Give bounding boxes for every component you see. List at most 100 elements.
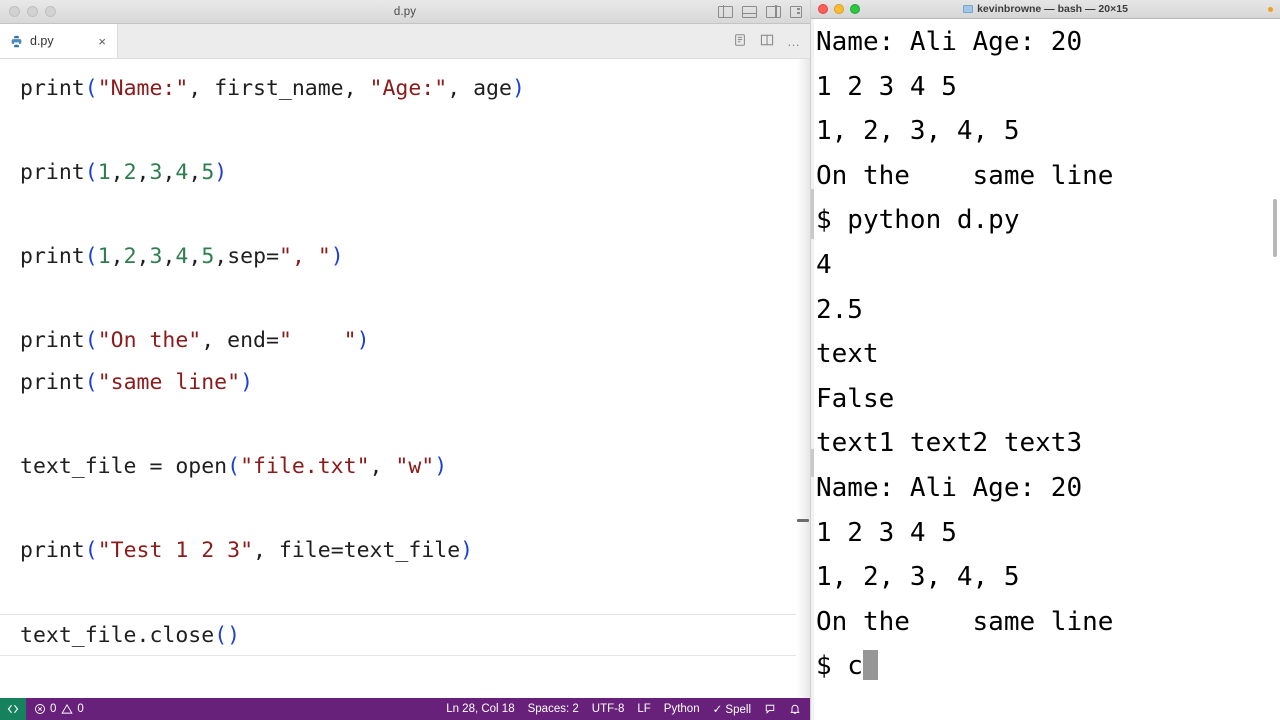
status-errors[interactable]: 0 (34, 703, 56, 715)
code-token: " " (278, 328, 357, 353)
code-line[interactable]: print("same line") (20, 362, 810, 404)
open-preview-icon[interactable] (733, 33, 747, 49)
toggle-primary-sidebar-icon[interactable] (718, 5, 733, 18)
code-line[interactable]: print(1,2,3,4,5) (20, 152, 810, 194)
code-content[interactable]: print("Name:", first_name, "Age:", age) … (0, 59, 810, 698)
folder-icon (963, 5, 974, 13)
code-token: , (136, 160, 150, 185)
status-cursor-position[interactable]: Ln 28, Col 18 (446, 703, 514, 715)
code-token: = (330, 538, 344, 563)
code-line[interactable] (20, 572, 810, 614)
code-line[interactable]: print("Test 1 2 3", file=text_file) (20, 530, 810, 572)
code-token: . (136, 623, 150, 648)
code-line[interactable] (20, 110, 810, 152)
feedback-icon[interactable] (764, 703, 776, 715)
code-token: ( (84, 538, 98, 563)
code-editor[interactable]: print("Name:", first_name, "Age:", age) … (0, 59, 810, 698)
remote-indicator[interactable] (0, 698, 26, 720)
status-warnings[interactable]: 0 (61, 703, 84, 715)
code-token: "same line" (97, 370, 241, 395)
error-circle-icon (35, 704, 45, 714)
code-token: ) (240, 370, 254, 395)
code-token: ( (84, 76, 98, 101)
terminal-left-scrollbar-thumb[interactable] (811, 189, 814, 239)
editor-tab-actions[interactable]: … (733, 24, 800, 58)
code-token: 4 (175, 160, 189, 185)
toggle-panel-icon[interactable] (741, 5, 758, 18)
code-token: ( (84, 328, 98, 353)
status-indentation[interactable]: Spaces: 2 (528, 703, 579, 715)
status-language-mode[interactable]: Python (664, 703, 700, 715)
code-line[interactable] (20, 278, 810, 320)
code-token: "file.txt" (240, 454, 370, 479)
code-line[interactable]: print("On the", end=" ") (20, 320, 810, 362)
terminal-body[interactable]: Name: Ali Age: 20 1 2 3 4 5 1, 2, 3, 4, 5 O… (811, 19, 1280, 720)
screen: d.py d.py × … print("Name:", first_name,… (0, 0, 1280, 720)
code-token: ( (214, 623, 228, 648)
code-token: , (162, 160, 176, 185)
code-token: "Test 1 2 3" (97, 538, 254, 563)
status-spell-checker[interactable]: ✓ Spell (713, 702, 751, 716)
terminal-status-dot (1268, 6, 1273, 12)
code-line[interactable]: text_file = open("file.txt", "w") (20, 446, 810, 488)
code-line[interactable]: text_file.close() (0, 614, 810, 656)
status-eol[interactable]: LF (637, 703, 650, 715)
code-token: ( (84, 244, 98, 269)
terminal-scrollbar-thumb[interactable] (1273, 199, 1277, 257)
editor-overview-ruler[interactable] (796, 59, 810, 698)
more-actions-icon[interactable]: … (787, 35, 800, 48)
status-warnings-count: 0 (77, 703, 84, 715)
code-line[interactable]: print(1,2,3,4,5,sep=", ") (20, 236, 810, 278)
code-token: text_file (20, 454, 137, 479)
code-token: text_file (20, 623, 137, 648)
terminal-prompt-line[interactable]: $ c (816, 644, 1280, 689)
vscode-layout-controls[interactable] (718, 5, 802, 18)
terminal-title-bar: kevinbrowne — bash — 20×15 (811, 0, 1280, 19)
code-token: ) (460, 538, 474, 563)
terminal-line: 2.5 (816, 294, 863, 325)
vscode-window: d.py d.py × … print("Name:", first_name,… (0, 0, 810, 720)
status-encoding[interactable]: UTF-8 (592, 703, 625, 715)
code-token: ) (214, 160, 228, 185)
code-token: 3 (149, 160, 163, 185)
code-token: open (175, 454, 228, 479)
code-token: , (188, 76, 215, 101)
editor-tab-d-py[interactable]: d.py × (0, 24, 118, 58)
python-file-icon (10, 35, 23, 48)
code-token: ) (330, 244, 344, 269)
code-token: ) (511, 76, 525, 101)
terminal-line: 1, 2, 3, 4, 5 (816, 562, 1020, 593)
code-token: "On the" (97, 328, 202, 353)
code-token: print (20, 538, 85, 563)
code-token: = (266, 244, 280, 269)
code-token: 5 (201, 160, 215, 185)
code-token: , (369, 454, 396, 479)
code-line[interactable] (20, 404, 810, 446)
terminal-window: kevinbrowne — bash — 20×15 Name: Ali Age… (810, 0, 1280, 720)
code-line[interactable]: print("Name:", first_name, "Age:", age) (20, 68, 810, 110)
terminal-line: 1, 2, 3, 4, 5 (816, 116, 1020, 147)
bell-icon[interactable] (789, 703, 801, 715)
terminal-line: Name: Ali Age: 20 (816, 27, 1083, 57)
split-editor-icon[interactable] (760, 34, 774, 48)
code-token: ) (356, 328, 370, 353)
code-token: text_file (343, 538, 461, 563)
code-token: , (110, 244, 124, 269)
code-token: , (201, 328, 228, 353)
toggle-secondary-sidebar-icon[interactable] (766, 5, 781, 18)
code-line[interactable] (20, 194, 810, 236)
code-token: print (20, 370, 85, 395)
code-token: sep (227, 244, 267, 269)
code-token: ) (434, 454, 448, 479)
code-token: , (110, 160, 124, 185)
terminal-left-scrollbar-thumb-2[interactable] (811, 449, 814, 477)
code-token: ) (227, 623, 241, 648)
code-token: , (343, 76, 370, 101)
code-token: 4 (175, 244, 189, 269)
code-line[interactable] (20, 488, 810, 530)
close-icon[interactable]: × (97, 35, 107, 48)
code-token: ( (84, 370, 98, 395)
code-token: age (473, 76, 512, 101)
code-token: , (188, 244, 202, 269)
customize-layout-icon[interactable] (790, 5, 802, 18)
